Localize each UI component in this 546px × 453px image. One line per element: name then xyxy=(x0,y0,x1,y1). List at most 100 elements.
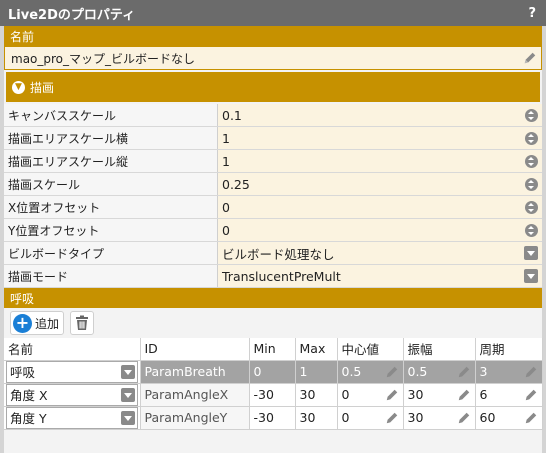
column-header-center: 中心値 xyxy=(337,338,404,361)
period-cell[interactable]: 6 xyxy=(475,383,543,407)
column-header-min: Min xyxy=(249,338,296,361)
name-section-label: 名前 xyxy=(10,29,35,44)
breath-section-header: 呼吸 xyxy=(4,288,542,308)
table-header-row: 名前 ID Min Max 中心値 振幅 周期 xyxy=(4,338,543,361)
delete-button[interactable] xyxy=(70,311,95,335)
param-name-select[interactable]: 呼吸 xyxy=(6,360,138,383)
max-cell[interactable]: 1 xyxy=(295,360,338,384)
center-value: 0.5 xyxy=(341,364,362,379)
dropdown-arrow-icon[interactable] xyxy=(524,246,538,260)
prop-value-field[interactable]: 0 xyxy=(218,196,520,218)
pencil-icon[interactable] xyxy=(385,388,399,402)
pencil-icon[interactable] xyxy=(385,365,399,379)
min-cell[interactable]: 0 xyxy=(249,360,296,384)
help-button[interactable]: ? xyxy=(528,6,538,21)
prop-value-field[interactable]: 1 xyxy=(218,127,520,149)
id-cell: ParamBreath xyxy=(140,360,250,384)
name-section-header: 名前 xyxy=(4,26,542,46)
dropdown-arrow-icon[interactable] xyxy=(120,387,135,402)
add-button[interactable]: + 追加 xyxy=(10,311,65,335)
center-value: 0 xyxy=(341,387,350,402)
prop-row-draw-scale: 描画スケール 0.25 xyxy=(4,173,542,196)
pencil-icon[interactable] xyxy=(524,365,538,379)
table-row[interactable]: 角度 Y ParamAngleY -30 30 0 30 60 xyxy=(4,406,543,430)
table-row[interactable]: 角度 X ParamAngleX -30 30 0 30 6 xyxy=(4,383,543,407)
prop-row-draw-mode: 描画モード TranslucentPreMult xyxy=(4,265,542,288)
prop-label: 描画エリアスケール縦 xyxy=(4,150,218,172)
chevron-down-icon[interactable]: ▼ xyxy=(12,80,25,94)
name-field[interactable]: mao_pro_マップ_ビルボードなし xyxy=(4,46,542,70)
table-row[interactable]: 呼吸 ParamBreath 0 1 0.5 0.5 3 xyxy=(4,360,543,384)
prop-value: 0 xyxy=(222,199,230,215)
prop-value: 1 xyxy=(222,153,230,169)
period-cell[interactable]: 3 xyxy=(475,360,543,384)
min-cell[interactable]: -30 xyxy=(249,406,296,430)
param-name: 角度 X xyxy=(10,388,48,403)
center-cell[interactable]: 0 xyxy=(337,383,404,407)
stepper-icon[interactable] xyxy=(524,223,538,237)
prop-value-field[interactable]: 1 xyxy=(218,150,520,172)
period-value: 60 xyxy=(479,410,496,425)
prop-value-field[interactable]: 0.25 xyxy=(218,173,520,195)
dropdown-arrow-icon[interactable] xyxy=(524,269,538,283)
pencil-icon[interactable] xyxy=(457,365,471,379)
stepper-icon[interactable] xyxy=(524,200,538,214)
prop-value: 0 xyxy=(222,222,230,238)
properties-panel: 名前 mao_pro_マップ_ビルボードなし ▼ 描画 キャンバススケール 0.… xyxy=(4,26,543,453)
prop-value-field[interactable]: 0.1 xyxy=(218,104,520,126)
amplitude-value: 30 xyxy=(407,387,424,402)
max-cell[interactable]: 30 xyxy=(295,383,338,407)
dropdown-arrow-icon[interactable] xyxy=(120,410,135,425)
center-cell[interactable]: 0 xyxy=(337,406,404,430)
prop-label: ビルボードタイプ xyxy=(4,242,218,264)
dropdown-arrow-icon[interactable] xyxy=(120,364,135,379)
window-titlebar: Live2Dのプロパティ ? xyxy=(0,0,546,26)
min-cell[interactable]: -30 xyxy=(249,383,296,407)
prop-label: 描画エリアスケール横 xyxy=(4,127,218,149)
stepper-icon[interactable] xyxy=(524,177,538,191)
period-value: 3 xyxy=(479,364,488,379)
center-cell[interactable]: 0.5 xyxy=(337,360,404,384)
period-value: 6 xyxy=(479,387,488,402)
stepper-icon[interactable] xyxy=(524,131,538,145)
name-cell[interactable]: 呼吸 xyxy=(4,360,141,384)
pencil-icon[interactable] xyxy=(457,388,471,402)
prop-value-field[interactable]: 0 xyxy=(218,219,520,241)
add-button-label: 追加 xyxy=(35,316,60,331)
stepper-icon[interactable] xyxy=(524,154,538,168)
plus-icon: + xyxy=(13,313,32,333)
pencil-icon[interactable] xyxy=(524,411,538,425)
param-name-select[interactable]: 角度 Y xyxy=(6,406,138,429)
stepper-icon[interactable] xyxy=(524,108,538,122)
name-cell[interactable]: 角度 X xyxy=(4,383,141,407)
param-name: 呼吸 xyxy=(10,365,36,380)
prop-row-area-scale-x: 描画エリアスケール横 1 xyxy=(4,127,542,150)
max-cell[interactable]: 30 xyxy=(295,406,338,430)
trash-icon xyxy=(76,315,89,330)
pencil-icon[interactable] xyxy=(457,411,471,425)
prop-label: 描画スケール xyxy=(4,173,218,195)
prop-row-y-offset: Y位置オフセット 0 xyxy=(4,219,542,242)
draw-mode-select[interactable]: TranslucentPreMult xyxy=(218,265,520,287)
prop-row-billboard-type: ビルボードタイプ ビルボード処理なし xyxy=(4,242,542,265)
amplitude-cell[interactable]: 30 xyxy=(403,406,476,430)
amplitude-cell[interactable]: 0.5 xyxy=(403,360,476,384)
draw-properties: キャンバススケール 0.1 描画エリアスケール横 1 描画エリアスケール縦 1 … xyxy=(4,104,542,288)
prop-row-canvas-scale: キャンバススケール 0.1 xyxy=(4,104,542,127)
period-cell[interactable]: 60 xyxy=(475,406,543,430)
prop-value: ビルボード処理なし xyxy=(222,246,335,262)
name-cell[interactable]: 角度 Y xyxy=(4,406,141,430)
column-header-amplitude: 振幅 xyxy=(403,338,476,361)
pencil-icon[interactable] xyxy=(385,411,399,425)
column-header-name: 名前 xyxy=(4,338,141,361)
id-cell: ParamAngleY xyxy=(140,406,250,430)
pencil-icon[interactable] xyxy=(523,51,537,65)
amplitude-cell[interactable]: 30 xyxy=(403,383,476,407)
window-title: Live2Dのプロパティ xyxy=(8,7,136,23)
billboard-type-select[interactable]: ビルボード処理なし xyxy=(218,242,520,264)
column-header-period: 周期 xyxy=(475,338,543,361)
draw-section-header[interactable]: ▼ 描画 xyxy=(6,72,540,102)
amplitude-value: 0.5 xyxy=(407,364,428,379)
pencil-icon[interactable] xyxy=(524,388,538,402)
param-name-select[interactable]: 角度 X xyxy=(6,383,138,406)
